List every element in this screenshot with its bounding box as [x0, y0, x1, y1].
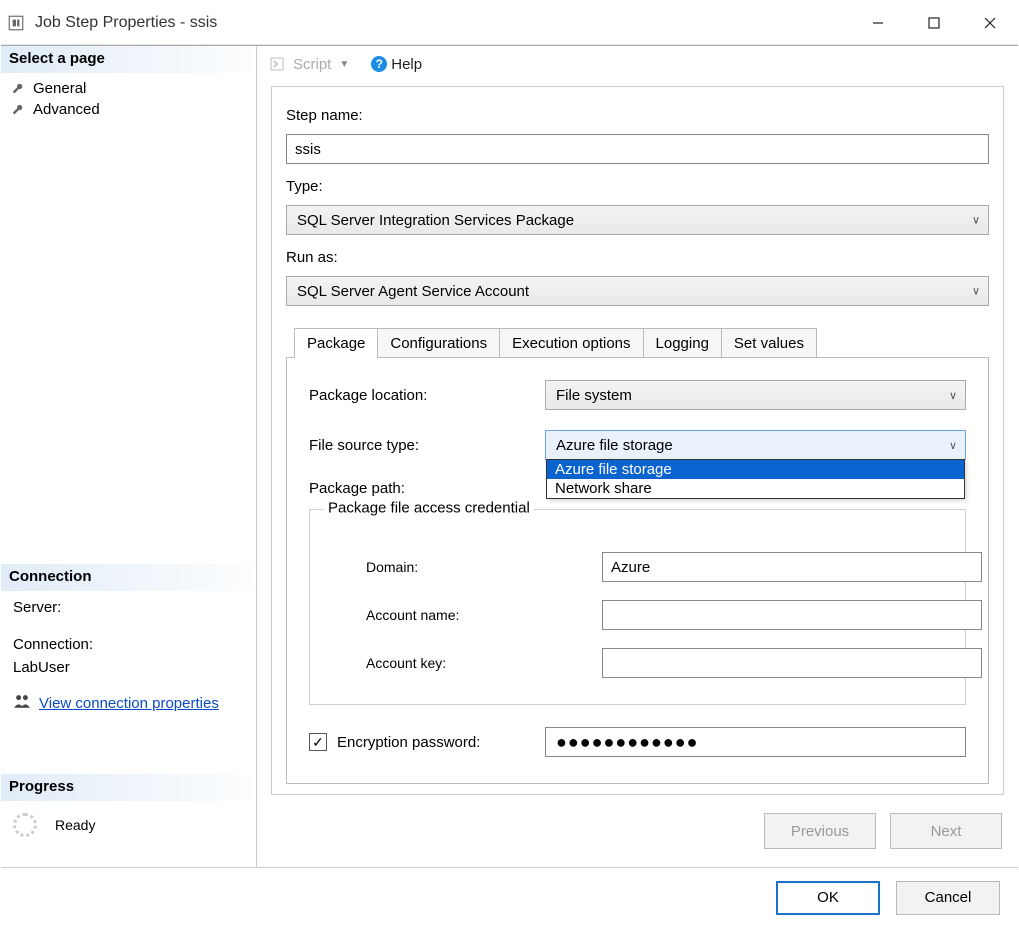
encryption-mask: ●●●●●●●●●●●● — [556, 732, 698, 753]
encryption-label: Encryption password: — [337, 734, 480, 751]
file-source-type-value: Azure file storage — [556, 437, 673, 454]
tab-execution-options[interactable]: Execution options — [499, 328, 643, 358]
app-icon — [7, 14, 25, 32]
select-page-header: Select a page — [1, 46, 256, 74]
domain-input[interactable] — [602, 552, 982, 582]
connection-label: Connection: — [13, 636, 244, 653]
tab-body: Package location: File system ∨ File sou… — [286, 357, 989, 784]
progress-header: Progress — [1, 774, 256, 801]
server-label: Server: — [13, 599, 244, 616]
close-button[interactable] — [962, 1, 1018, 45]
dropdown-option[interactable]: Network share — [547, 479, 964, 498]
chevron-down-icon: ∨ — [949, 389, 957, 402]
tab-set-values[interactable]: Set values — [721, 328, 817, 358]
previous-button[interactable]: Previous — [764, 813, 876, 849]
run-as-select[interactable]: SQL Server Agent Service Account ∨ — [286, 276, 989, 306]
script-button[interactable]: Script — [293, 56, 331, 73]
run-as-value: SQL Server Agent Service Account — [297, 283, 529, 300]
type-label: Type: — [286, 178, 989, 195]
minimize-button[interactable] — [850, 1, 906, 45]
connection-value: LabUser — [13, 659, 244, 676]
progress-status: Ready — [55, 817, 95, 833]
file-source-type-dropdown: Azure file storage Network share — [546, 459, 965, 499]
sidebar-item-advanced[interactable]: Advanced — [1, 99, 256, 120]
sidebar: Select a page General Advanced Connectio… — [1, 46, 257, 867]
people-icon — [13, 692, 31, 714]
help-label: Help — [391, 56, 422, 73]
wrench-icon — [11, 82, 25, 96]
dialog-footer: OK Cancel — [1, 867, 1018, 927]
wrench-icon — [11, 103, 25, 117]
maximize-button[interactable] — [906, 1, 962, 45]
file-source-type-label: File source type: — [309, 437, 539, 454]
domain-label: Domain: — [366, 559, 566, 575]
ok-button[interactable]: OK — [776, 881, 880, 915]
package-location-label: Package location: — [309, 387, 539, 404]
step-name-label: Step name: — [286, 107, 989, 124]
encryption-password-input[interactable]: ●●●●●●●●●●●● — [545, 727, 966, 757]
account-name-input[interactable] — [602, 600, 982, 630]
sidebar-item-label: General — [33, 80, 86, 97]
tab-configurations[interactable]: Configurations — [377, 328, 500, 358]
chevron-down-icon: ∨ — [949, 439, 957, 452]
next-button[interactable]: Next — [890, 813, 1002, 849]
chevron-down-icon: ∨ — [972, 214, 980, 227]
window-title: Job Step Properties - ssis — [35, 14, 217, 32]
account-key-input[interactable] — [602, 648, 982, 678]
package-path-label: Package path: — [309, 480, 539, 497]
checkbox-icon: ✓ — [309, 733, 327, 751]
run-as-label: Run as: — [286, 249, 989, 266]
sidebar-item-label: Advanced — [33, 101, 100, 118]
help-icon: ? — [371, 56, 387, 72]
type-select[interactable]: SQL Server Integration Services Package … — [286, 205, 989, 235]
main-pane: Script ▼ ? Help Step name: Type: SQL Ser… — [257, 46, 1018, 867]
type-value: SQL Server Integration Services Package — [297, 212, 574, 229]
account-name-label: Account name: — [366, 607, 566, 623]
dialog-window: Job Step Properties - ssis Select a page… — [0, 0, 1019, 928]
package-location-value: File system — [556, 387, 632, 404]
script-dropdown-icon[interactable]: ▼ — [339, 59, 349, 70]
script-icon — [269, 56, 285, 72]
file-source-type-select[interactable]: Azure file storage ∨ Azure file storage … — [545, 430, 966, 460]
encryption-checkbox[interactable]: ✓ Encryption password: — [309, 733, 539, 751]
account-key-label: Account key: — [366, 655, 566, 671]
help-button[interactable]: ? Help — [371, 56, 422, 73]
tab-logging[interactable]: Logging — [643, 328, 722, 358]
titlebar: Job Step Properties - ssis — [1, 1, 1018, 45]
step-name-input[interactable] — [286, 134, 989, 164]
credential-group: Package file access credential Domain: A… — [309, 509, 966, 705]
credential-group-title: Package file access credential — [324, 500, 534, 517]
form-area: Step name: Type: SQL Server Integration … — [271, 86, 1004, 795]
view-connection-properties-link[interactable]: View connection properties — [39, 695, 219, 712]
connection-header: Connection — [1, 564, 256, 591]
toolbar: Script ▼ ? Help — [257, 46, 1018, 82]
package-location-select[interactable]: File system ∨ — [545, 380, 966, 410]
cancel-button[interactable]: Cancel — [896, 881, 1000, 915]
tab-bar: Package Configurations Execution options… — [294, 328, 989, 358]
spinner-icon — [13, 813, 37, 837]
chevron-down-icon: ∨ — [972, 285, 980, 298]
sidebar-item-general[interactable]: General — [1, 78, 256, 99]
tab-package[interactable]: Package — [294, 328, 378, 358]
dropdown-option[interactable]: Azure file storage — [547, 460, 964, 479]
